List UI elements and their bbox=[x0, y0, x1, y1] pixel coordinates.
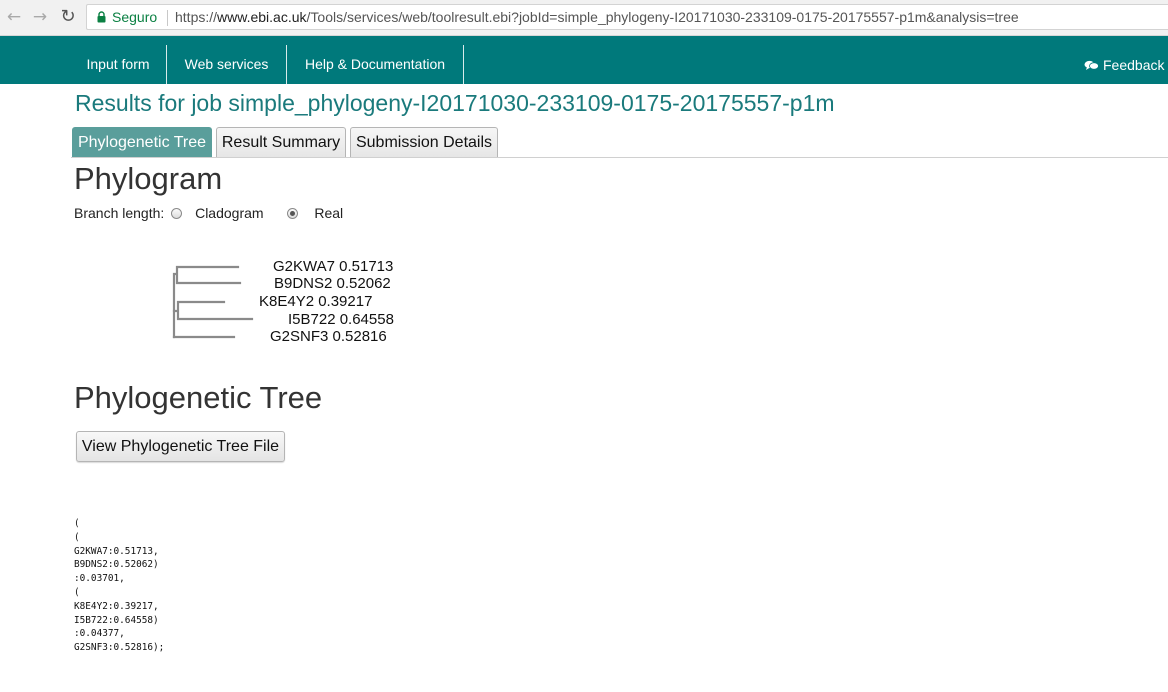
tabs-underline bbox=[71, 157, 1168, 158]
tree-leaf-label: B9DNS2 0.52062 bbox=[274, 275, 391, 292]
secure-label: Seguro bbox=[112, 9, 158, 25]
branch-length-label: Branch length: bbox=[74, 205, 165, 221]
forward-arrow-icon[interactable]: → bbox=[30, 7, 50, 27]
tree-leaf-label: K8E4Y2 0.39217 bbox=[259, 293, 373, 310]
feedback-link[interactable]: Feedback bbox=[1084, 36, 1164, 84]
speech-bubbles-icon bbox=[1084, 60, 1099, 70]
tree-leaf-label: G2SNF3 0.52816 bbox=[270, 328, 387, 345]
tree-branch bbox=[172, 300, 254, 321]
reload-icon[interactable]: ↻ bbox=[58, 7, 78, 27]
tree-leaf-label: I5B722 0.64558 bbox=[288, 311, 394, 328]
tab-submission-details[interactable]: Submission Details bbox=[350, 127, 498, 157]
cladogram-label: Cladogram bbox=[195, 205, 264, 221]
tab-phylogenetic-tree[interactable]: Phylogenetic Tree bbox=[72, 127, 212, 157]
page-title: Results for job simple_phylogeny-I201710… bbox=[75, 90, 835, 116]
back-arrow-icon[interactable]: ← bbox=[4, 7, 24, 27]
real-radio[interactable] bbox=[287, 208, 299, 219]
nav-web-services[interactable]: Web services bbox=[167, 36, 286, 84]
address-bar[interactable]: Seguro https://www.ebi.ac.uk/Tools/servi… bbox=[86, 4, 1168, 30]
url-text[interactable]: https://www.ebi.ac.uk/Tools/services/web… bbox=[175, 9, 1019, 25]
cladogram-radio[interactable] bbox=[171, 208, 183, 219]
url-path: /Tools/services/web/toolresult.ebi?jobId… bbox=[306, 9, 1019, 25]
phylogram-tree: G2KWA7 0.51713 B9DNS2 0.52062 K8E4Y2 0.3… bbox=[165, 255, 425, 350]
url-domain: www.ebi.ac.uk bbox=[217, 9, 307, 25]
phylogram-heading: Phylogram bbox=[74, 161, 223, 196]
phylogenetic-tree-heading: Phylogenetic Tree bbox=[74, 380, 323, 415]
feedback-label: Feedback bbox=[1103, 57, 1165, 73]
top-navigation: Input form Web services Help & Documenta… bbox=[0, 36, 1168, 84]
tree-leaf-label: G2KWA7 0.51713 bbox=[273, 258, 394, 275]
branch-length-row: Branch length: Cladogram Real bbox=[74, 205, 343, 225]
lock-icon bbox=[97, 11, 106, 23]
url-scheme: https:// bbox=[175, 9, 218, 25]
nav-input-form[interactable]: Input form bbox=[70, 36, 166, 84]
nav-help-documentation[interactable]: Help & Documentation bbox=[287, 36, 463, 84]
tab-result-summary[interactable]: Result Summary bbox=[216, 127, 346, 157]
real-label: Real bbox=[314, 205, 344, 221]
browser-toolbar: ← → ↻ Seguro https://www.ebi.ac.uk/Tools… bbox=[0, 0, 1168, 36]
view-tree-file-button[interactable]: View Phylogenetic Tree File bbox=[76, 431, 285, 462]
newick-output: ( ( G2KWA7:0.51713, B9DNS2:0.52062) :0.0… bbox=[74, 518, 165, 654]
address-divider bbox=[167, 10, 168, 26]
nav-divider bbox=[463, 45, 464, 84]
